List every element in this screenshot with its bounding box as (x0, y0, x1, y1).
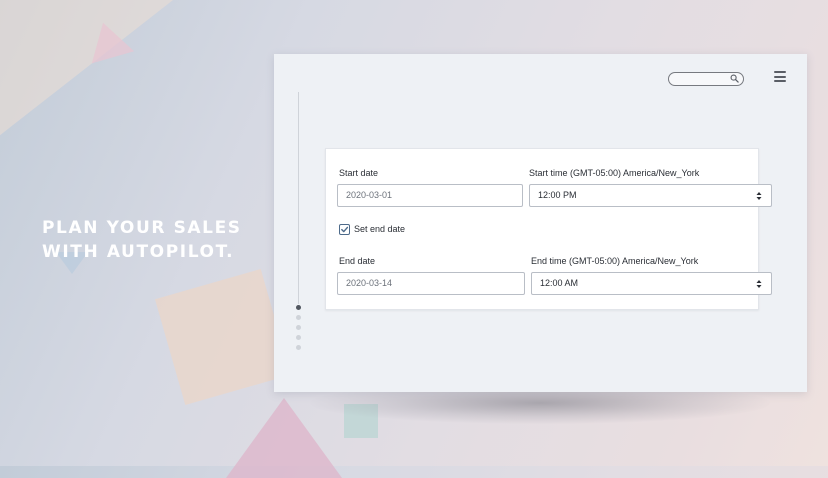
magnifier-icon[interactable] (730, 74, 739, 83)
timeline-step-1[interactable] (296, 305, 301, 310)
schedule-card: Start date Start time (GMT-05:00) Americ… (325, 148, 772, 310)
end-time-label: End time (GMT-05:00) America/New_York (531, 256, 699, 266)
timeline-line (298, 92, 299, 304)
start-time-select[interactable]: 12:00 PM (529, 184, 772, 207)
timeline-step-2[interactable] (296, 315, 301, 320)
decor-band (0, 0, 182, 142)
headline-line-2: WITH AUTOPILOT. (42, 242, 235, 262)
set-end-date-checkbox[interactable] (339, 224, 350, 235)
updown-arrows-icon (756, 280, 762, 288)
updown-arrows-icon (756, 192, 762, 200)
timeline-step-5[interactable] (296, 345, 301, 350)
decor-square (154, 268, 292, 406)
checkmark-icon (341, 226, 349, 233)
timeline-step-4[interactable] (296, 335, 301, 340)
timeline-step-3[interactable] (296, 325, 301, 330)
end-time-value: 12:00 AM (540, 278, 579, 288)
start-date-input[interactable]: 2020-03-01 (337, 184, 523, 207)
timeline-steps (296, 305, 301, 355)
decor-triangle-top (81, 16, 135, 64)
hamburger-icon[interactable] (774, 71, 786, 82)
headline-line-1: PLAN YOUR SALES (42, 218, 242, 238)
app-window: Start date Start time (GMT-05:00) Americ… (274, 54, 807, 392)
end-date-label: End date (339, 256, 376, 266)
start-time-label: Start time (GMT-05:00) America/New_York (529, 168, 700, 178)
search-input[interactable] (668, 72, 744, 86)
end-time-select[interactable]: 12:00 AM (531, 272, 772, 295)
headline: PLAN YOUR SALES WITH AUTOPILOT. (42, 216, 242, 264)
start-date-label: Start date (339, 168, 379, 178)
start-time-value: 12:00 PM (538, 190, 577, 200)
set-end-date-label[interactable]: Set end date (354, 224, 405, 234)
end-date-input[interactable]: 2020-03-14 (337, 272, 525, 295)
